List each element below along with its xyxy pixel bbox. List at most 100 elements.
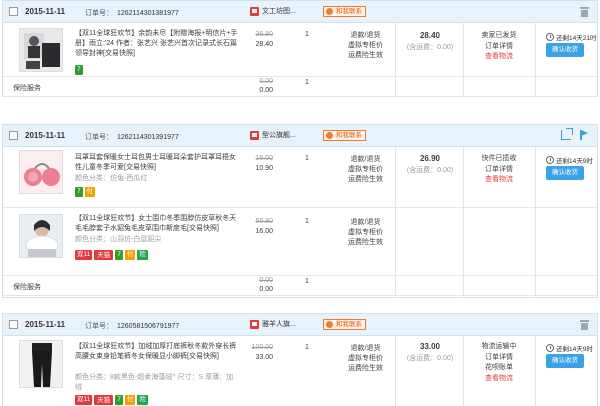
order-status: 物流运输中 订单详情 花呗账单 查看物流 [464,342,534,384]
column-divider [535,23,536,96]
counter-price-label: 虚拟专柜价 [348,355,383,362]
view-logistics-link[interactable]: 查看物流 [464,374,534,385]
service-links: 退款/退货 虚拟专柜价 运费险生效 [338,31,393,61]
order-checkbox[interactable] [9,7,18,16]
tag-pay[interactable]: 付 [124,395,136,405]
view-logistics-link[interactable]: 查看物流 [464,175,534,186]
flag-icon[interactable] [579,130,589,140]
original-price: 100.00 [251,344,273,351]
order-checkbox[interactable] [9,131,18,140]
order-number: 订单号： 1260581506791977 [85,323,180,330]
tag-7day[interactable]: 7 [75,187,83,197]
order-total-shipping: (含运费：0.00) [406,44,454,51]
tag-insurance[interactable]: 险 [137,250,148,260]
order-detail-link[interactable]: 订单详情 [464,42,534,53]
refund-link[interactable]: 退款/退货 [338,344,393,354]
shop-icon [250,130,259,140]
tag-tmall[interactable]: 天猫 [94,395,114,405]
order-header: 2015-11-11 订单号： 1260581506791977 雅羊人旗... … [3,314,597,336]
tag-7day[interactable]: 7 [115,395,123,405]
contact-seller-button[interactable]: 和我联系 [323,6,366,17]
order-checkbox[interactable] [9,320,18,329]
order-card: 2015-11-11 订单号： 1262114301391977 型公旗舰... … [2,124,598,298]
product-thumbnail[interactable] [19,340,63,388]
counter-price-label: 虚拟专柜价 [348,229,383,236]
order-detail-link[interactable]: 订单详情 [464,165,534,176]
shipping-insurance-label: 运费险生效 [348,239,383,246]
order-total-shipping: (含运费：0.00) [406,355,454,362]
counter-price-label: 虚拟专柜价 [348,166,383,173]
product-tags: 7 付 [75,187,96,197]
order-number: 订单号： 1262114301391977 [85,134,179,141]
service-links: 退款/退货 虚拟专柜价 运费险生效 [338,344,393,374]
order-tools [561,128,589,140]
order-date: 2015-11-11 [25,7,66,16]
order-detail-link[interactable]: 订单详情 [464,353,534,364]
insurance-label: 保险服务 [13,85,41,92]
product-tags: 双11 天猫 7 付 险 [75,250,148,260]
share-icon[interactable] [561,128,573,140]
product-name[interactable]: 【双11全球狂欢节】余韵未尽【附赠海报+明信片+手册】雨立:'24 作者：张艺兴… [75,29,240,59]
order-date: 2015-11-11 [25,320,66,329]
tag-double11[interactable]: 双11 [75,395,93,405]
refund-link[interactable]: 退款/退货 [338,155,393,165]
original-price: 56.80 [255,218,273,225]
tag-tmall[interactable]: 天猫 [94,250,114,260]
huabei-bill-link[interactable]: 花呗账单 [464,363,534,374]
trash-icon[interactable] [580,6,589,17]
quantity: 1 [305,155,309,162]
refund-link[interactable]: 退款/退货 [338,218,393,228]
counter-price-label: 虚拟专柜价 [348,42,383,49]
confirm-receipt-button[interactable]: 确认收货 [546,43,584,57]
product-thumbnail[interactable] [19,150,63,194]
order-header: 2015-11-11 订单号： 1262114301381977 文工坊图... … [3,1,597,23]
quantity: 1 [305,344,309,351]
tag-double11[interactable]: 双11 [75,250,93,260]
unit-price: 10.90 [255,165,273,172]
contact-seller-button[interactable]: 和我联系 [323,130,366,141]
insurance-price: 0.00 [259,286,273,293]
shop-icon [250,319,259,329]
confirm-receipt-button[interactable]: 确认收货 [546,166,584,180]
product-name[interactable]: 【双11全球狂欢节】女士围巾冬季围脖仿皮草秋冬天毛毛脖套子水貂兔毛皮草围巾斯度毛… [75,214,240,234]
trash-icon[interactable] [580,319,589,330]
status-text: 物流运输中 [481,343,517,350]
product-attribute: 颜色分类：仿兔-西瓜红 [75,175,148,182]
contact-seller-button[interactable]: 和我联系 [323,319,366,330]
shop-link[interactable]: 雅羊人旗... [250,319,296,329]
shipping-insurance-label: 运费险生效 [348,365,383,372]
product-name[interactable]: 【双11全球狂欢节】加绒加厚打底裤秋冬款外穿长裤高腰女束身铅笔裤冬女保暖显小脚裤… [75,342,240,372]
insurance-original-price: 0.00 [259,277,273,284]
refund-link[interactable]: 退款/退货 [338,31,393,41]
product-thumbnail[interactable] [19,214,63,258]
tag-7day[interactable]: 7 [115,250,123,260]
order-total: 28.40 [419,31,441,40]
order-total-shipping: (含运费：0.00) [406,167,454,174]
confirm-receipt-button[interactable]: 确认收货 [546,354,584,368]
tag-pay[interactable]: 付 [124,250,136,260]
original-price: 36.80 [255,31,273,38]
shop-link[interactable]: 文工坊图... [250,6,296,16]
service-links: 退款/退货 虚拟专柜价 运费险生效 [338,155,393,185]
countdown: 还剩14天9时 [546,343,593,353]
original-price: 16.00 [255,155,273,162]
unit-price: 33.00 [255,354,273,361]
tag-7day[interactable]: 7 [75,65,83,75]
order-status: 快件已揽收 订单详情 查看物流 [464,154,534,186]
shop-link[interactable]: 型公旗舰... [250,130,296,140]
product-tags: 7 [75,65,83,75]
product-thumbnail[interactable] [19,28,63,72]
shipping-insurance-label: 运费险生效 [348,176,383,183]
tag-insurance[interactable]: 险 [137,395,148,405]
product-name[interactable]: 耳罩耳套保暖女士耳包男士耳暖耳朵套护耳罩耳捂女性儿童冬季可爱[交易快照] [75,153,240,173]
unit-price: 16.00 [255,228,273,235]
insurance-quantity: 1 [305,79,309,86]
unit-price: 28.40 [255,41,273,48]
product-attribute: 颜色分类：8款黑色-超柔海藻绒^ 尺寸：S 厚薄：加绒 [75,374,234,391]
tag-pay[interactable]: 付 [84,187,96,197]
countdown: 还剩14天9时 [546,155,593,165]
status-text: 卖家已发货 [481,32,517,39]
order-status: 卖家已发货 订单详情 查看物流 [464,31,534,63]
view-logistics-link[interactable]: 查看物流 [464,52,534,63]
column-divider [535,336,536,406]
